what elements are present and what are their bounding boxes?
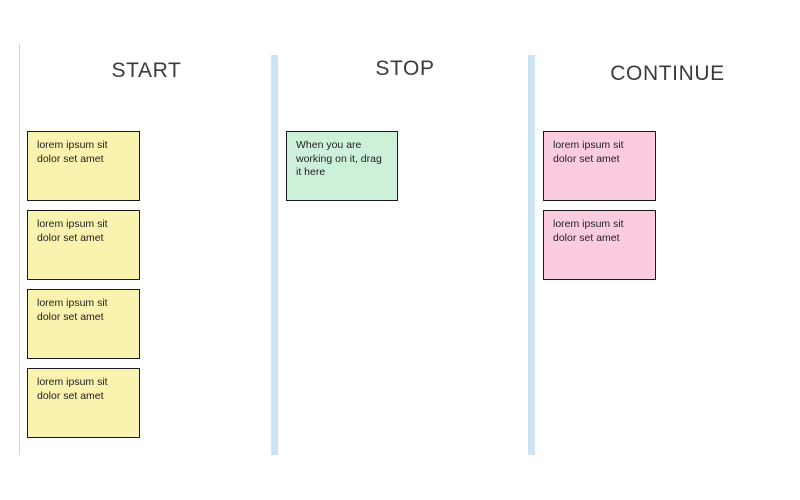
sticky-note[interactable]: lorem ipsum sit dolor set amet: [27, 210, 140, 280]
sticky-note-text: lorem ipsum sit dolor set amet: [37, 218, 108, 244]
sticky-note-text: lorem ipsum sit dolor set amet: [553, 218, 624, 244]
column-title-stop: STOP: [375, 57, 435, 80]
column-divider-start-stop: [271, 55, 278, 455]
sticky-note-text: lorem ipsum sit dolor set amet: [37, 297, 108, 323]
sticky-note[interactable]: lorem ipsum sit dolor set amet: [27, 289, 140, 359]
column-start[interactable]: START lorem ipsum sit dolor set amet lor…: [20, 0, 271, 500]
sticky-note-text: lorem ipsum sit dolor set amet: [553, 139, 624, 165]
sticky-note[interactable]: lorem ipsum sit dolor set amet: [543, 210, 656, 280]
sticky-note[interactable]: lorem ipsum sit dolor set amet: [543, 131, 656, 201]
sticky-note-text: lorem ipsum sit dolor set amet: [37, 376, 108, 402]
retrospective-board: START lorem ipsum sit dolor set amet lor…: [0, 0, 800, 500]
column-divider-stop-continue: [528, 55, 535, 455]
column-title-continue: CONTINUE: [610, 62, 725, 85]
sticky-note[interactable]: lorem ipsum sit dolor set amet: [27, 368, 140, 438]
column-title-start: START: [111, 59, 182, 82]
column-continue[interactable]: CONTINUE lorem ipsum sit dolor set amet …: [535, 0, 800, 500]
note-list-stop: When you are working on it, drag it here: [286, 131, 398, 201]
sticky-note-text: lorem ipsum sit dolor set amet: [37, 139, 108, 165]
sticky-note[interactable]: When you are working on it, drag it here: [286, 131, 398, 201]
note-list-continue: lorem ipsum sit dolor set amet lorem ips…: [543, 131, 656, 280]
column-stop[interactable]: STOP When you are working on it, drag it…: [278, 0, 528, 500]
sticky-note[interactable]: lorem ipsum sit dolor set amet: [27, 131, 140, 201]
sticky-note-text: When you are working on it, drag it here: [296, 139, 382, 178]
note-list-start: lorem ipsum sit dolor set amet lorem ips…: [27, 131, 140, 438]
